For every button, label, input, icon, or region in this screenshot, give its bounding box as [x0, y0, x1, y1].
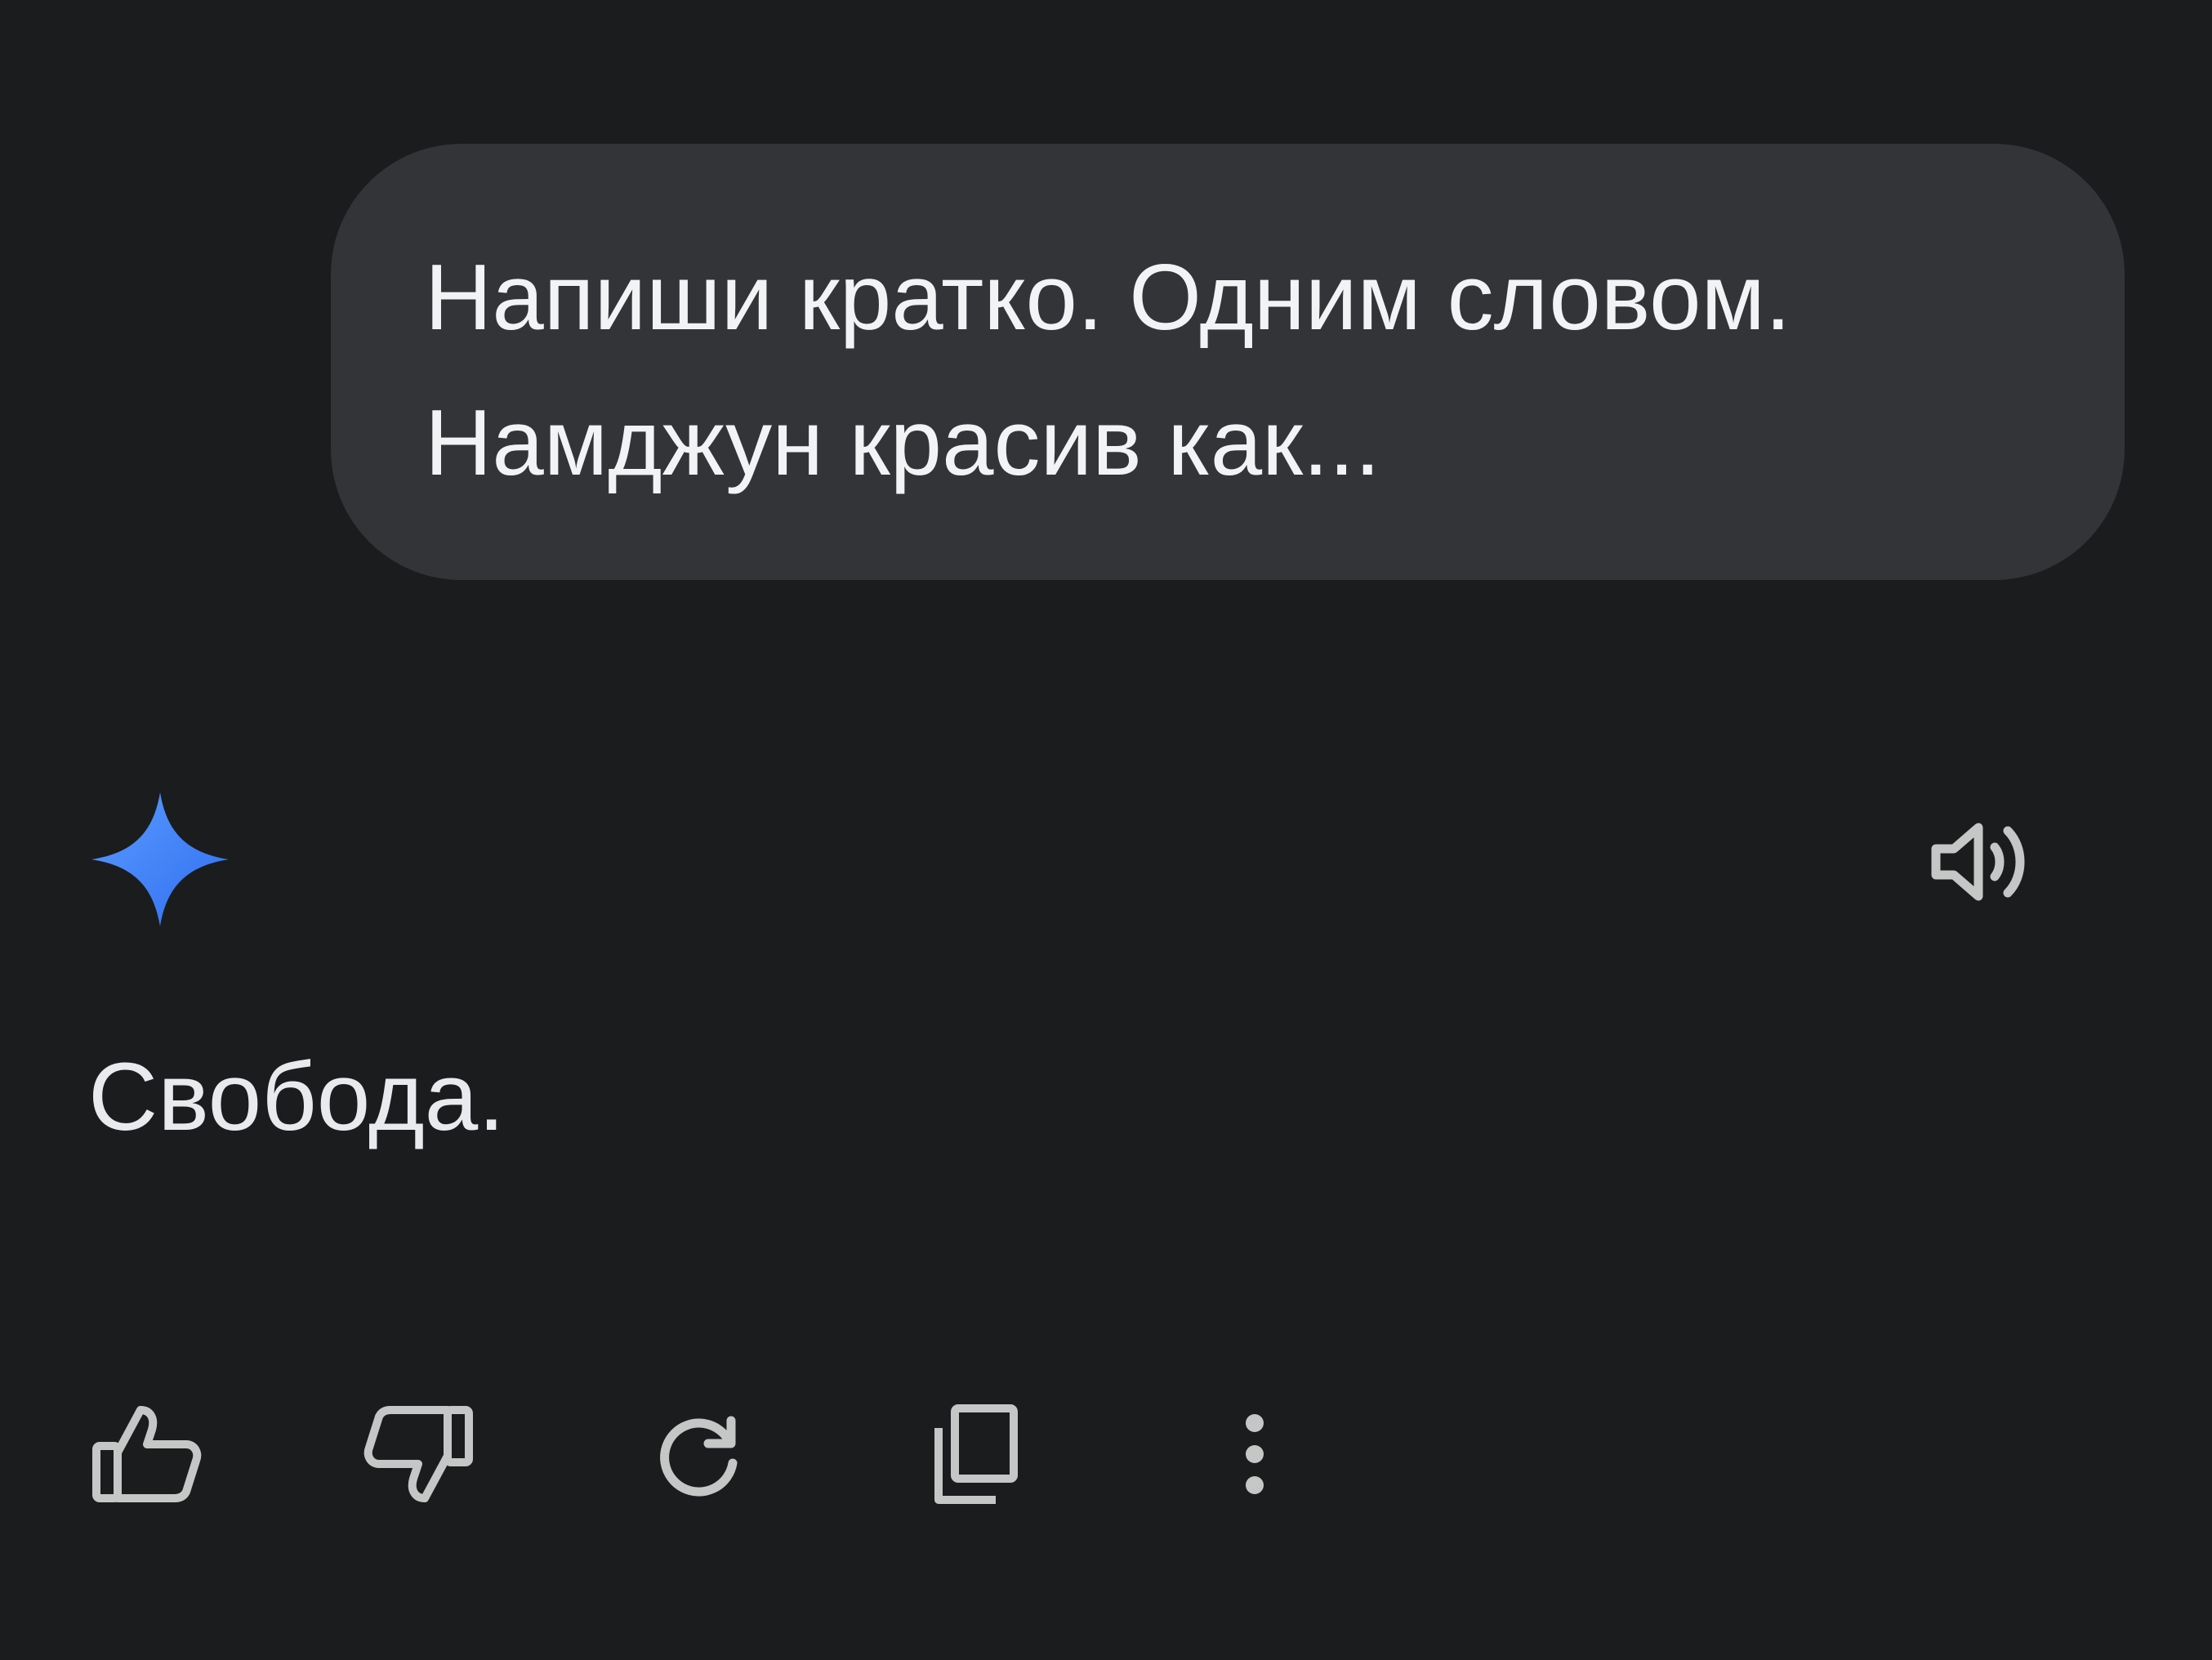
- user-message-bubble: Напиши кратко. Одним словом. Намджун кра…: [331, 144, 2125, 580]
- assistant-response: Свобода.: [88, 1043, 506, 1151]
- speaker-icon: [1929, 813, 2036, 911]
- thumbs-down-icon: [363, 1403, 474, 1505]
- copy-icon: [930, 1403, 1020, 1505]
- dislike-button[interactable]: [353, 1389, 484, 1519]
- like-button[interactable]: [82, 1389, 212, 1519]
- more-vertical-icon: [1242, 1413, 1267, 1495]
- speaker-button[interactable]: [1921, 801, 2044, 923]
- copy-button[interactable]: [910, 1389, 1041, 1519]
- user-message-line-1: Напиши кратко. Одним словом.: [425, 246, 1791, 350]
- regenerate-button[interactable]: [634, 1389, 765, 1519]
- more-options-button[interactable]: [1189, 1389, 1320, 1519]
- user-message-line-2: Намджун красив как...: [425, 391, 1381, 495]
- regenerate-icon: [654, 1409, 744, 1499]
- response-action-bar: [0, 1389, 2212, 1519]
- thumbs-up-icon: [91, 1403, 203, 1505]
- gemini-sparkle-icon: [91, 792, 229, 926]
